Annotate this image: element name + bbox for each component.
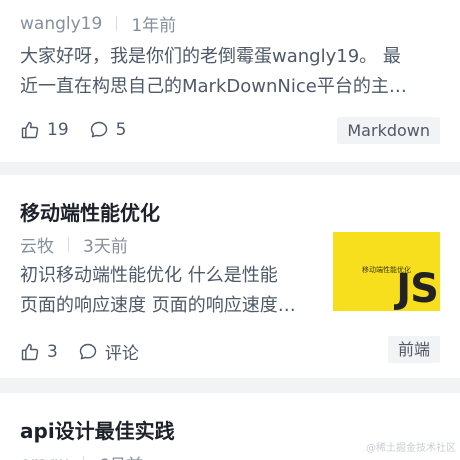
comment-count: 5 xyxy=(115,120,127,140)
thumbs-up-icon xyxy=(21,343,39,360)
article-thumbnail[interactable]: 移动端性能优化 JS xyxy=(333,232,440,311)
category-tag[interactable]: Markdown xyxy=(337,117,440,144)
author-name[interactable]: wangly19 xyxy=(20,14,102,34)
meta-divider xyxy=(83,456,85,460)
thumbs-up-icon xyxy=(21,121,39,139)
comment-label: 评论 xyxy=(104,344,139,364)
comment-button[interactable]: 评论 xyxy=(78,339,139,364)
article-actions: 19 5 xyxy=(20,120,146,140)
js-logo: JS xyxy=(396,266,439,311)
publish-time: 1年前 xyxy=(131,16,177,36)
comment-bubble-icon xyxy=(79,343,97,359)
article-card[interactable]: wangly19 1年前 大家好呀，我是你们的老倒霉蛋wangly19。 最 近… xyxy=(0,0,460,162)
abstract-line: 近一直在构思自己的MarkDownNice平台的主… xyxy=(20,76,407,97)
like-button[interactable]: 3 xyxy=(20,342,58,362)
watermark: @稀土掘金技术社区 xyxy=(366,443,456,454)
comment-bubble-icon xyxy=(90,121,107,138)
article-card[interactable]: 移动端性能优化 云牧 3天前 初识移动端性能优化 什么是性能 页面的响应速度 页… xyxy=(0,175,460,378)
article-actions: 3 评论 xyxy=(20,339,159,364)
article-meta: eraqu 6月前 xyxy=(20,451,143,460)
meta-divider xyxy=(116,16,118,31)
meta-divider xyxy=(68,237,69,252)
abstract-line: 页面的响应速度 页面的响应速度… xyxy=(20,295,296,316)
article-abstract: 初识移动端性能优化 什么是性能 页面的响应速度 页面的响应速度… xyxy=(20,261,320,321)
author-name[interactable]: eraqu xyxy=(20,454,69,460)
article-title[interactable]: 移动端性能优化 xyxy=(20,197,160,226)
publish-time: 3天前 xyxy=(83,237,128,257)
article-meta: wangly19 1年前 xyxy=(20,11,177,37)
author-name[interactable]: 云牧 xyxy=(20,232,54,257)
article-meta: 云牧 3天前 xyxy=(20,232,128,257)
like-count: 3 xyxy=(47,341,58,362)
abstract-line: 大家好呀，我是你们的老倒霉蛋wangly19。 最 xyxy=(20,46,401,67)
category-tag[interactable]: 前端 xyxy=(387,336,440,363)
publish-time: 6月前 xyxy=(98,451,143,460)
comment-button[interactable]: 5 xyxy=(89,120,127,140)
abstract-line: 初识移动端性能优化 什么是性能 xyxy=(20,265,278,286)
like-count: 19 xyxy=(47,120,69,140)
like-button[interactable]: 19 xyxy=(20,120,69,140)
article-abstract: 大家好呀，我是你们的老倒霉蛋wangly19。 最 近一直在构思自己的MarkD… xyxy=(20,42,440,102)
article-title[interactable]: api设计最佳实践 xyxy=(20,415,175,444)
